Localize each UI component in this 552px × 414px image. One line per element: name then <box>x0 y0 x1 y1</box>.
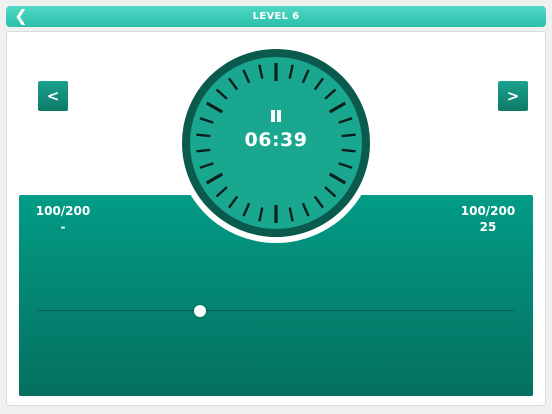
next-level-button[interactable]: > <box>498 81 528 111</box>
slider-thumb[interactable] <box>193 305 206 317</box>
pause-icon[interactable] <box>270 110 282 122</box>
left-stat-value: 100/200 <box>35 204 91 218</box>
header-bar: ❮ LEVEL 6 <box>6 6 546 27</box>
right-stat: 100/200 25 <box>458 203 518 235</box>
left-stat: 100/200 - <box>33 203 93 235</box>
timer-clock: 06:39 <box>176 43 376 243</box>
right-stat-value: 100/200 <box>460 204 516 218</box>
page-title: LEVEL 6 <box>252 11 300 22</box>
right-stat-sub: 25 <box>479 220 497 234</box>
chevron-left-icon: < <box>46 87 60 105</box>
prev-level-button[interactable]: < <box>38 81 68 111</box>
slider-track[interactable] <box>37 310 515 311</box>
timer-display: 06:39 <box>244 129 308 151</box>
chevron-right-icon: > <box>506 87 520 105</box>
left-stat-sub: - <box>60 220 66 234</box>
